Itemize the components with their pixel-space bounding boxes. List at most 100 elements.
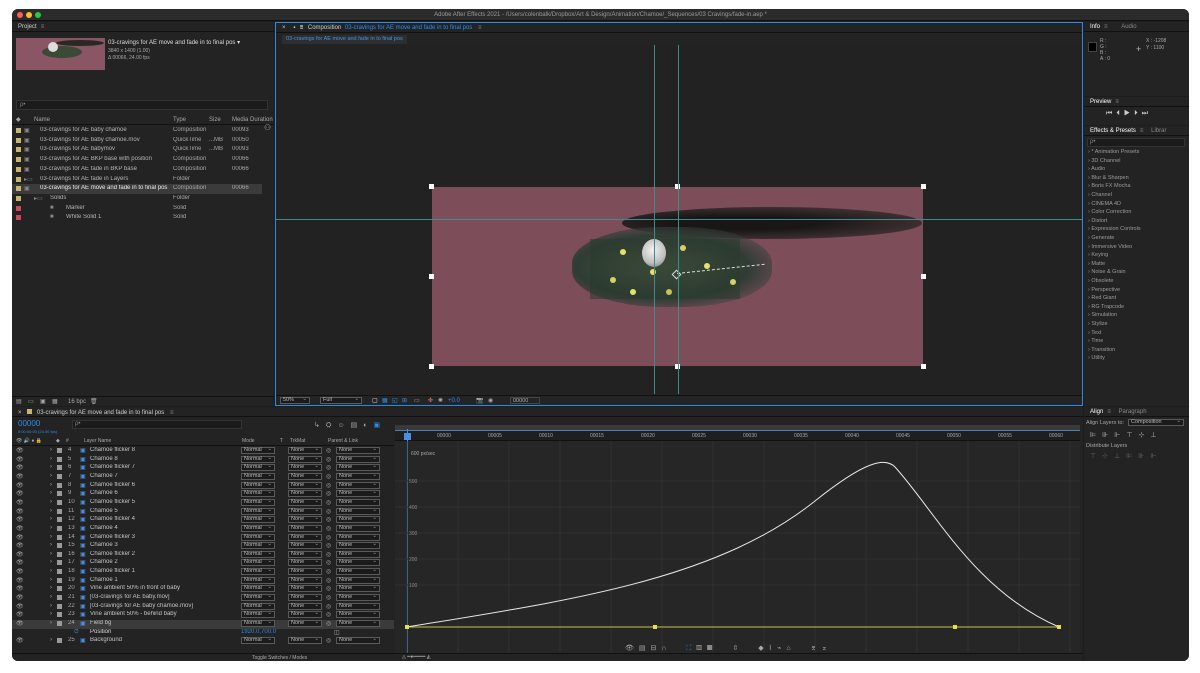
effect-category[interactable]: › CINEMA 4D bbox=[1088, 201, 1121, 207]
layer-row[interactable]: 👁 › 20 ▣ Vine ambient 50% in front of baby No… bbox=[12, 585, 394, 594]
library-tab[interactable]: Librar bbox=[1151, 128, 1166, 134]
flowchart-icon[interactable]: ⚇ bbox=[264, 123, 271, 132]
distribute-bottom-icon[interactable]: ⊥ bbox=[1114, 453, 1126, 460]
twirl-icon[interactable]: › bbox=[50, 464, 52, 470]
disclosure-triangle-icon[interactable]: › bbox=[1088, 347, 1090, 353]
layer-row[interactable]: 👁 › 12 ▣ Chamoe flicker 4Normal None ◎ None bbox=[12, 516, 394, 525]
composition-name[interactable]: 03-cravings for AE move and fade in to f… bbox=[345, 25, 472, 31]
label-color-swatch[interactable] bbox=[57, 577, 62, 583]
visibility-eye-icon[interactable]: 👁 bbox=[16, 611, 24, 618]
label-color-swatch[interactable] bbox=[57, 517, 62, 523]
project-item[interactable]: ■ Marker Solid bbox=[12, 204, 262, 214]
blend-mode-dropdown[interactable]: Normal bbox=[241, 455, 275, 463]
track-matte-dropdown[interactable]: None bbox=[288, 498, 322, 506]
layer-name[interactable]: Chamoe 4 bbox=[90, 525, 240, 531]
visibility-eye-icon[interactable]: 👁 bbox=[16, 525, 24, 532]
hamburger-icon[interactable]: ≡ bbox=[1104, 24, 1108, 30]
layer-row[interactable]: 👁 › 4 ▣ Chamoe flicker 8Normal None ◎ None bbox=[12, 447, 394, 456]
hamburger-icon[interactable]: ≡ bbox=[478, 25, 482, 31]
layer-name[interactable]: Field bg bbox=[90, 620, 240, 626]
project-item[interactable]: ▸▭ Solids Folder bbox=[12, 194, 262, 204]
layer-row[interactable]: 👁 › 23 ▣ Vine ambient 50% - behind baby Norma… bbox=[12, 611, 394, 620]
convert-hold-icon[interactable]: ◆ bbox=[758, 645, 768, 652]
layer-name[interactable]: Chamoe 3 bbox=[90, 542, 240, 548]
pick-whip-icon[interactable]: ◎ bbox=[326, 603, 331, 610]
blend-mode-dropdown[interactable]: Normal bbox=[241, 498, 275, 506]
track-matte-dropdown[interactable]: None bbox=[288, 472, 322, 480]
layer-row[interactable]: 👁 › 8 ▣ Chamoe flicker 6Normal None ◎ None bbox=[12, 481, 394, 491]
project-item[interactable]: ▣ 03-cravings for AE babymov QuickTime ...M… bbox=[12, 145, 262, 155]
pick-whip-icon[interactable]: ◎ bbox=[326, 473, 331, 480]
layer-row[interactable]: 👁 › 9 ▣ Chamoe 6Normal None ◎ None bbox=[12, 490, 394, 499]
graph-icon[interactable]: ◫ bbox=[334, 629, 340, 636]
project-item[interactable]: ▣ 03-cravings for AE fade in BKP base Comp… bbox=[12, 165, 262, 175]
blend-mode-dropdown[interactable]: Normal bbox=[241, 481, 275, 489]
blend-mode-dropdown[interactable]: Normal bbox=[241, 611, 275, 619]
label-color-swatch[interactable] bbox=[57, 525, 62, 531]
project-settings-icon[interactable]: ▦ bbox=[52, 398, 58, 405]
align-hcenter-icon[interactable]: ⊪ bbox=[1102, 432, 1114, 439]
parent-dropdown[interactable]: None bbox=[336, 620, 380, 627]
layer-name[interactable]: Chamoe flicker 2 bbox=[90, 551, 240, 557]
project-item[interactable]: ■ White Solid 1 Solid bbox=[12, 213, 262, 223]
pick-whip-icon[interactable]: ◎ bbox=[326, 456, 331, 463]
label-color-swatch[interactable] bbox=[16, 205, 21, 211]
parent-dropdown[interactable]: None bbox=[336, 542, 380, 550]
twirl-icon[interactable]: › bbox=[50, 482, 52, 488]
effect-category[interactable]: › Boris FX Mocha bbox=[1088, 183, 1131, 189]
layer-name[interactable]: [03-cravings for AE baby.mov] bbox=[90, 594, 240, 600]
track-matte-dropdown[interactable]: None bbox=[288, 602, 322, 610]
disclosure-triangle-icon[interactable]: › bbox=[1088, 201, 1090, 207]
align-left-icon[interactable]: ⊫ bbox=[1090, 432, 1102, 439]
layer-name[interactable]: Background bbox=[90, 637, 240, 643]
first-frame-icon[interactable]: ⏮ bbox=[1106, 110, 1116, 117]
graph-editor[interactable]: 00000 00005 00010 00015 00020 00025 00030 00035… bbox=[395, 425, 1080, 653]
easy-ease-in-icon[interactable]: ⌂ bbox=[786, 645, 795, 652]
effect-category[interactable]: › Obsolete bbox=[1088, 278, 1113, 284]
pick-whip-icon[interactable]: ◎ bbox=[326, 551, 331, 558]
fit-selection-icon[interactable]: ⛶ bbox=[686, 645, 696, 652]
visibility-eye-icon[interactable]: 👁 bbox=[16, 534, 24, 541]
layer-name[interactable]: [03-cravings for AE baby chamoe.mov] bbox=[90, 603, 240, 609]
layer-row[interactable]: 👁 › 21 ▣ [03-cravings for AE baby.mov] Normal… bbox=[12, 594, 394, 603]
label-color-swatch[interactable] bbox=[57, 473, 62, 479]
track-matte-dropdown[interactable]: None bbox=[288, 620, 322, 627]
parent-dropdown[interactable]: None bbox=[336, 516, 380, 524]
layer-name[interactable]: Chamoe flicker 6 bbox=[90, 482, 240, 488]
effects-search-input[interactable]: ρ• bbox=[1087, 138, 1185, 147]
zoom-dropdown[interactable]: 50% bbox=[280, 397, 310, 404]
column-size[interactable]: Size bbox=[209, 117, 221, 123]
label-color-swatch[interactable] bbox=[57, 560, 62, 566]
visibility-eye-icon[interactable]: 👁 bbox=[16, 499, 24, 506]
align-top-icon[interactable]: ⊤ bbox=[1126, 432, 1138, 439]
layer-name[interactable]: Chamoe 8 bbox=[90, 456, 240, 462]
pick-whip-icon[interactable]: ◎ bbox=[326, 620, 331, 627]
label-color-swatch[interactable] bbox=[16, 147, 21, 153]
channel-icon[interactable]: ▭ bbox=[414, 397, 420, 404]
disclosure-triangle-icon[interactable]: › bbox=[1088, 278, 1090, 284]
play-icon[interactable]: ▶ bbox=[1124, 110, 1134, 117]
twirl-icon[interactable]: › bbox=[50, 490, 52, 496]
visibility-eye-icon[interactable]: 👁 bbox=[16, 490, 24, 497]
separate-dimensions-icon[interactable]: ⇳ bbox=[732, 645, 743, 652]
pick-whip-icon[interactable]: ◎ bbox=[326, 499, 331, 506]
pick-whip-icon[interactable]: ◎ bbox=[326, 534, 331, 541]
last-frame-icon[interactable]: ⏭ bbox=[1142, 110, 1152, 117]
guides-icon[interactable]: ⊞ bbox=[402, 397, 407, 404]
parent-dropdown[interactable]: None bbox=[336, 637, 380, 645]
shy-icon[interactable]: ☺ bbox=[337, 422, 350, 429]
layer-row[interactable]: 👁 › 22 ▣ [03-cravings for AE baby chamoe.mov… bbox=[12, 602, 394, 612]
blend-mode-dropdown[interactable]: Normal bbox=[241, 594, 275, 602]
project-item[interactable]: ▣ 03-cravings for AE baby chamoe Compositi… bbox=[12, 126, 262, 136]
parent-dropdown[interactable]: None bbox=[336, 481, 380, 489]
visibility-eye-icon[interactable]: 👁 bbox=[16, 585, 24, 592]
new-folder-icon[interactable]: ▭ bbox=[28, 398, 34, 405]
region-of-interest-icon[interactable]: ▢ bbox=[372, 397, 378, 404]
disclosure-triangle-icon[interactable]: › bbox=[1088, 295, 1090, 301]
distribute-top-icon[interactable]: ⊤ bbox=[1090, 453, 1102, 460]
stopwatch-icon[interactable]: ⏱ bbox=[74, 629, 79, 636]
pick-whip-icon[interactable]: ◎ bbox=[326, 508, 331, 515]
hamburger-icon[interactable]: ≡ bbox=[1107, 409, 1111, 415]
track-matte-dropdown[interactable]: None bbox=[288, 507, 322, 515]
twirl-icon[interactable]: › bbox=[50, 603, 52, 609]
